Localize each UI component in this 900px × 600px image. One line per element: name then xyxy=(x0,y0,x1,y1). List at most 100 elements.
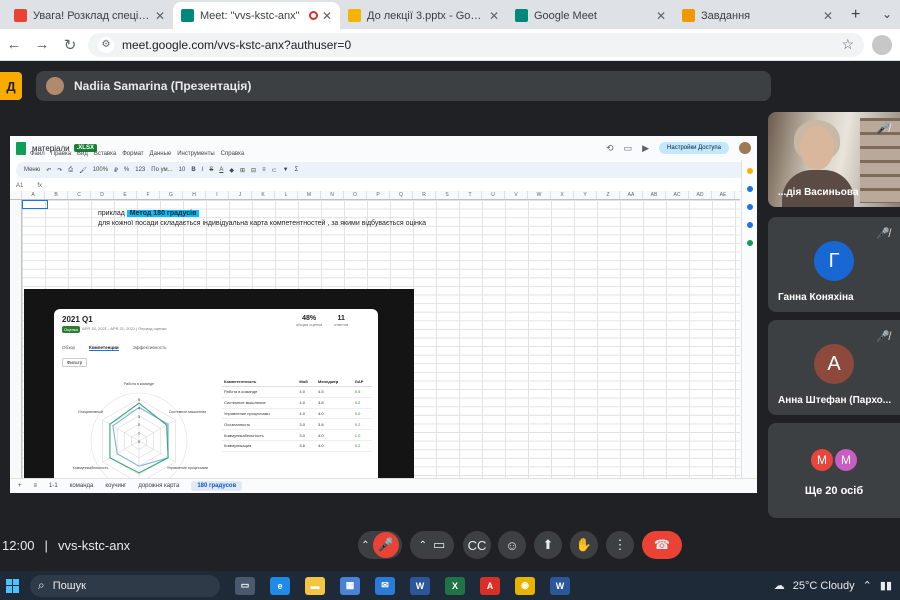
video-call-icon: ▶ xyxy=(642,142,650,153)
table-cell: 4.0 xyxy=(316,440,353,452)
table-row: Работа в команде 4.0 4.5 0.5 xyxy=(222,386,372,398)
present-icon[interactable]: ⬆ xyxy=(543,537,554,553)
explorer-icon[interactable]: ▬ xyxy=(305,576,325,595)
tab-title: До лекції 3.pptx - Google Пре xyxy=(367,9,485,22)
browser-tab[interactable]: Google Meet ✕ xyxy=(507,2,674,29)
card-tab-competencies: Компетенции xyxy=(89,345,119,351)
table-row: Коммуникация 3.6 4.0 0.2 xyxy=(222,440,372,452)
show-hidden-icons-icon[interactable]: ⌃ xyxy=(863,579,872,592)
leave-call-button[interactable]: ☎ xyxy=(642,531,682,559)
captions-icon[interactable]: CC xyxy=(468,538,487,553)
present-button[interactable]: ⬆ xyxy=(534,531,562,559)
address-bar[interactable]: ⚙ meet.google.com/vvs-kstc-anx?authuser=… xyxy=(88,32,864,57)
captions-button[interactable]: CC xyxy=(463,531,491,559)
table-cell: 3.0 xyxy=(297,429,316,441)
mic-off-icon: 🎤̸ xyxy=(876,331,890,343)
new-tab-button[interactable]: + xyxy=(841,6,870,24)
raise-hand-button[interactable]: ✋ xyxy=(570,531,598,559)
participant-avatar: А xyxy=(814,344,854,384)
browser-tab[interactable]: Увага! Розклад спеціальності ✕ xyxy=(6,2,173,29)
column-header: U xyxy=(482,191,505,199)
camera-control[interactable]: ⌃ ▭ xyxy=(410,531,454,559)
sheets-logo-icon xyxy=(16,141,26,155)
radar-axis-label: Системное мышление xyxy=(169,410,206,414)
browser-tab[interactable]: Meet: "vvs-kstc-anx" ✕ xyxy=(173,2,340,29)
meeting-clock: 12:00 xyxy=(2,537,35,553)
taskbar-search[interactable]: ⌕ Пошук xyxy=(30,574,220,597)
chevron-up-icon[interactable]: ⌃ xyxy=(419,540,427,551)
mic-off-button[interactable]: 🎤 xyxy=(372,532,399,558)
reload-icon[interactable]: ↻ xyxy=(56,36,84,54)
number-format: 123 xyxy=(135,167,146,173)
mic-control[interactable]: ⌃ 🎤 xyxy=(358,531,402,559)
browser-tab[interactable]: До лекції 3.pptx - Google Пре ✕ xyxy=(340,2,507,29)
close-tab-icon[interactable]: ✕ xyxy=(322,9,332,23)
more-vert-icon[interactable]: ⋮ xyxy=(614,537,627,553)
url-text[interactable]: meet.google.com/vvs-kstc-anx?authuser=0 xyxy=(122,38,841,52)
column-header: AC xyxy=(666,191,689,199)
site-info-icon[interactable]: ⚙ xyxy=(98,36,114,53)
table-cell: Системное мышление xyxy=(222,397,298,409)
table-cell: Управление процессами xyxy=(222,408,298,420)
sheets-menu-item: Справка xyxy=(220,151,245,157)
meet-icon xyxy=(181,9,194,22)
table-cell: 4.5 xyxy=(316,386,353,398)
excel-icon[interactable]: X xyxy=(445,576,465,595)
sheets-side-panel xyxy=(741,160,757,478)
tab-search-icon[interactable]: ⌄ xyxy=(882,7,892,21)
back-icon[interactable]: ← xyxy=(0,36,28,53)
emoji-icon[interactable]: ☺ xyxy=(505,538,518,553)
acrobat-icon[interactable]: A xyxy=(480,576,500,595)
close-tab-icon[interactable]: ✕ xyxy=(656,9,666,23)
radar-spoke xyxy=(102,440,140,463)
currency-format: ₽ xyxy=(114,167,118,174)
meet-control-bar: 12:00 | vvs-kstc-anx ⌃ 🎤 ⌃ ▭ CC ☺ ⬆ ✋ ⋮ … xyxy=(0,527,900,563)
more-participants-tile[interactable]: М М Ще 20 осіб xyxy=(768,423,900,518)
forward-icon[interactable]: → xyxy=(28,36,56,53)
close-tab-icon[interactable]: ✕ xyxy=(823,9,833,23)
stat-score: 48% общая оценка xyxy=(296,315,323,327)
emoji-button[interactable]: ☺ xyxy=(498,531,526,559)
column-header: B xyxy=(45,191,68,199)
bookmark-star-icon[interactable]: ☆ xyxy=(841,36,854,53)
presenter-chip[interactable]: Nadiia Samarina (Презентація) xyxy=(36,71,771,101)
profile-avatar[interactable] xyxy=(872,34,892,55)
store-icon[interactable]: ▦ xyxy=(340,576,360,595)
table-header: Менеджер xyxy=(316,377,353,387)
participant-tile[interactable]: 🎤̸ А Анна Штефан (Пархо... xyxy=(768,320,900,415)
camera-off-icon[interactable]: ▭ xyxy=(433,537,445,553)
browser-tab[interactable]: Завдання ✕ xyxy=(674,2,841,29)
chrome-icon[interactable]: ◉ xyxy=(515,576,535,595)
participant-tile[interactable]: 🎤̸ Г Ганна Коняхіна xyxy=(768,217,900,312)
card-status-badge: Оценка xyxy=(62,326,80,333)
mail-icon[interactable]: ✉ xyxy=(375,576,395,595)
radar-tick-label: 5 xyxy=(138,397,141,402)
radar-spoke xyxy=(102,419,140,442)
column-header: V xyxy=(505,191,528,199)
chevron-up-icon[interactable]: ⌃ xyxy=(361,540,369,551)
task-view-icon[interactable]: ▭ xyxy=(235,576,255,595)
column-header: R xyxy=(413,191,436,199)
sheets-toolbar: Меню ↶ ↷ ⎙ 🖌 100% ₽ % 123 По ум... 10 B … xyxy=(16,162,751,178)
slides-icon xyxy=(348,9,361,22)
network-icon[interactable]: ▮▮ xyxy=(880,579,892,592)
table-header: Компетентность xyxy=(222,377,298,387)
close-tab-icon[interactable]: ✕ xyxy=(489,9,499,23)
word-icon[interactable]: W xyxy=(410,576,430,595)
sheet-tabs-bar: + ≡ 1-1 команда коучинг дорожня карта 180 гр… xyxy=(10,478,757,493)
windows-start-icon[interactable] xyxy=(6,578,20,593)
column-header: F xyxy=(137,191,160,199)
column-header: M xyxy=(298,191,321,199)
meet-companion-logo[interactable]: Д xyxy=(0,72,22,100)
table-cell: 3.0 xyxy=(297,418,316,431)
participant-name: Ганна Коняхіна xyxy=(778,292,854,303)
participant-tile-video[interactable]: 🎤̸ ...дія Васиньова xyxy=(768,112,900,207)
edge-icon[interactable]: e xyxy=(270,576,290,595)
mic-off-icon: 🎤̸ xyxy=(876,228,890,240)
weather-label[interactable]: 25°C Cloudy xyxy=(793,580,855,592)
hang-up-icon[interactable]: ☎ xyxy=(654,537,670,553)
hand-icon[interactable]: ✋ xyxy=(576,537,592,553)
more-options-button[interactable]: ⋮ xyxy=(606,531,634,559)
word2-icon[interactable]: W xyxy=(550,576,570,595)
close-tab-icon[interactable]: ✕ xyxy=(155,9,165,23)
